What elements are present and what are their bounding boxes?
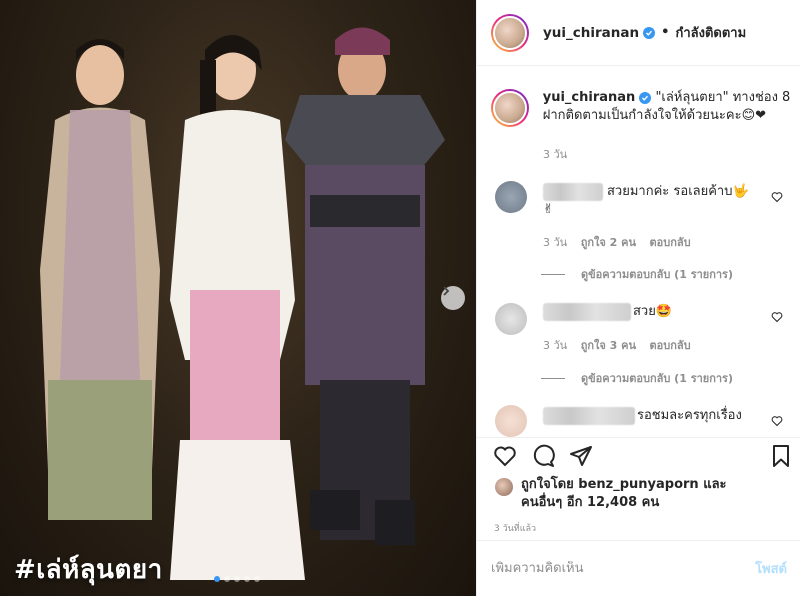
likes-summary[interactable]: ถูกใจโดย benz_punyaporn และ คนอื่นๆ อีก … bbox=[495, 476, 727, 512]
header-separator: • bbox=[661, 25, 670, 40]
comment-avatar[interactable] bbox=[495, 181, 527, 213]
comment-meta: 3 วัน ถูกใจ 2 คน ตอบกลับ bbox=[543, 233, 701, 251]
post-time-ago: 3 วันที่แล้ว bbox=[494, 524, 537, 534]
caption-body: yui_chiranan "เล่ห์ลุนตยา" ทางช่อง 8 ฝาก… bbox=[543, 89, 791, 127]
post-header: yui_chiranan • กำลังติดตาม bbox=[477, 0, 800, 66]
comment-text: สวยมากค่ะ รอเลยค้าบ🤟 bbox=[607, 184, 749, 199]
comment-likes[interactable]: ถูกใจ 3 คน bbox=[581, 339, 636, 352]
replies-divider bbox=[541, 273, 565, 275]
comment-text: สวย🤩 bbox=[633, 304, 673, 319]
following-button[interactable]: กำลังติดตาม bbox=[675, 22, 746, 43]
comment-time: 3 วัน bbox=[543, 339, 568, 352]
comments-section[interactable]: yui_chiranan "เล่ห์ลุนตยา" ทางช่อง 8 ฝาก… bbox=[477, 67, 800, 437]
comment-avatar[interactable] bbox=[495, 405, 527, 437]
add-comment-bar: โพสต์ bbox=[477, 540, 800, 596]
carousel-next-button[interactable] bbox=[441, 286, 465, 310]
comment-bubble-icon[interactable] bbox=[531, 444, 555, 468]
view-replies-label[interactable]: ดูข้อความตอบกลับ (1 รายการ) bbox=[581, 265, 733, 283]
carousel-dots bbox=[214, 576, 260, 582]
verified-badge-icon bbox=[639, 91, 652, 104]
carousel-dot bbox=[234, 576, 240, 582]
chevron-right-icon bbox=[443, 286, 450, 296]
comment-meta: 3 วัน ถูกใจ 3 คน ตอบกลับ bbox=[543, 336, 701, 354]
comment-text-cont: ✌ bbox=[543, 202, 554, 217]
caption-time: 3 วัน bbox=[543, 145, 577, 163]
reply-button[interactable]: ตอบกลับ bbox=[650, 339, 691, 352]
like-heart-icon[interactable] bbox=[493, 444, 517, 468]
view-replies[interactable]: ดูข้อความตอบกลับ (1 รายการ) bbox=[541, 369, 733, 387]
carousel-dot bbox=[224, 576, 230, 582]
comment-avatar[interactable] bbox=[495, 303, 527, 335]
caption-username[interactable]: yui_chiranan bbox=[543, 90, 636, 105]
carousel-dot bbox=[214, 576, 220, 582]
comment-text: รอชมละครทุกเรื่อง bbox=[637, 408, 742, 423]
comment-time: 3 วัน bbox=[543, 236, 568, 249]
post-actions: ถูกใจโดย benz_punyaporn และ คนอื่นๆ อีก … bbox=[477, 437, 800, 534]
likes-text: ถูกใจโดย benz_punyaporn และ คนอื่นๆ อีก … bbox=[521, 476, 727, 512]
comment-like-heart-icon[interactable] bbox=[771, 415, 783, 427]
carousel-dot bbox=[244, 576, 250, 582]
add-comment-input[interactable] bbox=[491, 561, 756, 576]
verified-badge-icon bbox=[643, 26, 656, 39]
avatar-image bbox=[492, 91, 527, 125]
carousel-dot bbox=[254, 576, 260, 582]
profile-avatar[interactable] bbox=[491, 13, 529, 52]
reply-button[interactable]: ตอบกลับ bbox=[650, 236, 691, 249]
liker-avatar bbox=[495, 478, 513, 496]
view-replies-label[interactable]: ดูข้อความตอบกลับ (1 รายการ) bbox=[581, 369, 733, 387]
view-replies[interactable]: ดูข้อความตอบกลับ (1 รายการ) bbox=[541, 265, 733, 283]
comment-like-heart-icon[interactable] bbox=[771, 311, 783, 323]
header-username[interactable]: yui_chiranan bbox=[543, 25, 639, 41]
photo-illustration bbox=[40, 27, 445, 580]
likes-line-1: ถูกใจโดย benz_punyaporn และ bbox=[521, 477, 727, 492]
post-photo[interactable]: #เล่ห์ลุนตยา bbox=[0, 0, 476, 596]
caption-time-text: 3 วัน bbox=[543, 148, 568, 161]
post-comment-button[interactable]: โพสต์ bbox=[755, 558, 787, 579]
share-send-icon[interactable] bbox=[569, 444, 593, 468]
comment-like-heart-icon[interactable] bbox=[771, 191, 783, 203]
post-caption: yui_chiranan "เล่ห์ลุนตยา" ทางช่อง 8 ฝาก… bbox=[491, 89, 791, 127]
comment-likes[interactable]: ถูกใจ 2 คน bbox=[581, 236, 636, 249]
caption-avatar[interactable] bbox=[491, 89, 529, 127]
replies-divider bbox=[541, 377, 565, 379]
blurred-username bbox=[543, 303, 631, 321]
photo-caption: #เล่ห์ลุนตยา bbox=[14, 555, 163, 585]
likes-line-2: คนอื่นๆ อีก 12,408 คน bbox=[521, 495, 660, 510]
blurred-username bbox=[543, 183, 603, 201]
bookmark-save-icon[interactable] bbox=[769, 444, 793, 468]
post-side-panel: yui_chiranan • กำลังติดตาม yui_chiranan … bbox=[476, 0, 800, 596]
avatar-image bbox=[493, 15, 527, 50]
action-icons bbox=[493, 444, 593, 468]
blurred-username bbox=[543, 407, 635, 425]
